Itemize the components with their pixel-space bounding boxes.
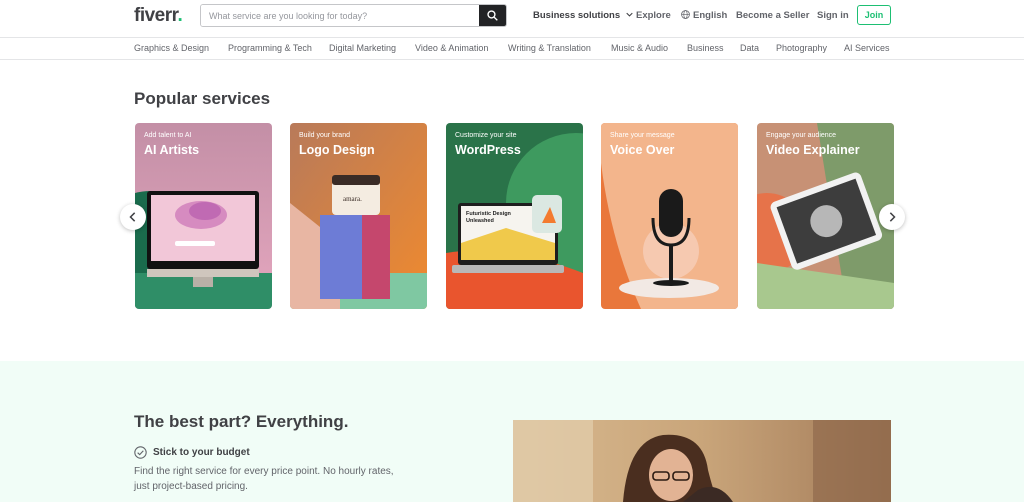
card-subtitle: Share your message xyxy=(610,132,675,139)
search-icon xyxy=(487,10,498,21)
carousel-prev-button[interactable] xyxy=(120,204,146,230)
check-circle-icon xyxy=(134,446,147,459)
search-bar xyxy=(200,4,507,27)
laptop-screen-text: Futuristic Design Unleashed xyxy=(466,211,511,224)
category-video-animation[interactable]: Video & Animation xyxy=(415,43,488,53)
card-title: Video Explainer xyxy=(766,143,860,157)
category-programming-tech[interactable]: Programming & Tech xyxy=(228,43,312,53)
globe-icon xyxy=(681,10,690,19)
search-button[interactable] xyxy=(479,5,506,26)
service-card-logo-design[interactable]: Build your brand Logo Design amara. xyxy=(290,123,427,309)
feature-title: Stick to your budget xyxy=(153,447,250,458)
category-photography[interactable]: Photography xyxy=(776,43,827,53)
category-digital-marketing[interactable]: Digital Marketing xyxy=(329,43,396,53)
category-writing-translation[interactable]: Writing & Translation xyxy=(508,43,591,53)
card-title: Logo Design xyxy=(299,143,375,157)
language-selector[interactable]: English xyxy=(681,10,727,21)
service-card-voice-over[interactable]: Share your message Voice Over xyxy=(601,123,738,309)
language-label: English xyxy=(693,10,728,21)
service-card-video-explainer[interactable]: Engage your audience Video Explainer xyxy=(757,123,894,309)
sign-in-link[interactable]: Sign in xyxy=(817,10,849,21)
explore-link[interactable]: Explore xyxy=(636,10,671,21)
popular-services-heading: Popular services xyxy=(134,89,271,108)
card-title: WordPress xyxy=(455,143,521,157)
category-data[interactable]: Data xyxy=(740,43,759,53)
service-card-ai-artists[interactable]: Add talent to AI AI Artists xyxy=(135,123,272,309)
feature-description: Find the right service for every price p… xyxy=(134,466,394,492)
top-header: fiverr. Business solutions Explore Engli… xyxy=(0,0,1024,38)
card-title: AI Artists xyxy=(144,143,200,157)
card-subtitle: Build your brand xyxy=(299,132,350,139)
chevron-down-icon xyxy=(626,12,633,17)
jar-label: amara. xyxy=(343,195,362,203)
category-menu: Graphics & Design Programming & Tech Dig… xyxy=(0,38,1024,60)
card-title: Voice Over xyxy=(610,143,675,157)
card-subtitle: Customize your site xyxy=(455,132,517,139)
fiverr-logo[interactable]: fiverr. xyxy=(134,5,183,27)
become-seller-link[interactable]: Become a Seller xyxy=(736,10,809,21)
category-ai-services[interactable]: AI Services xyxy=(844,43,890,53)
category-business[interactable]: Business xyxy=(687,43,724,53)
business-solutions-menu[interactable]: Business solutions xyxy=(533,10,633,21)
service-card-wordpress[interactable]: Customize your site WordPress Futuristic… xyxy=(446,123,583,309)
category-graphics-design[interactable]: Graphics & Design xyxy=(134,43,209,53)
best-part-heading: The best part? Everything. xyxy=(134,412,349,431)
category-music-audio[interactable]: Music & Audio xyxy=(611,43,668,53)
carousel-next-button[interactable] xyxy=(879,204,905,230)
join-button[interactable]: Join xyxy=(857,5,891,25)
woman-working-photo xyxy=(513,420,891,502)
chevron-right-icon xyxy=(889,212,896,222)
card-subtitle: Engage your audience xyxy=(766,132,837,139)
chevron-left-icon xyxy=(129,212,136,222)
card-subtitle: Add talent to AI xyxy=(144,132,192,139)
best-part-photo xyxy=(513,420,891,502)
business-solutions-label: Business solutions xyxy=(533,10,621,21)
search-input[interactable] xyxy=(201,5,479,26)
